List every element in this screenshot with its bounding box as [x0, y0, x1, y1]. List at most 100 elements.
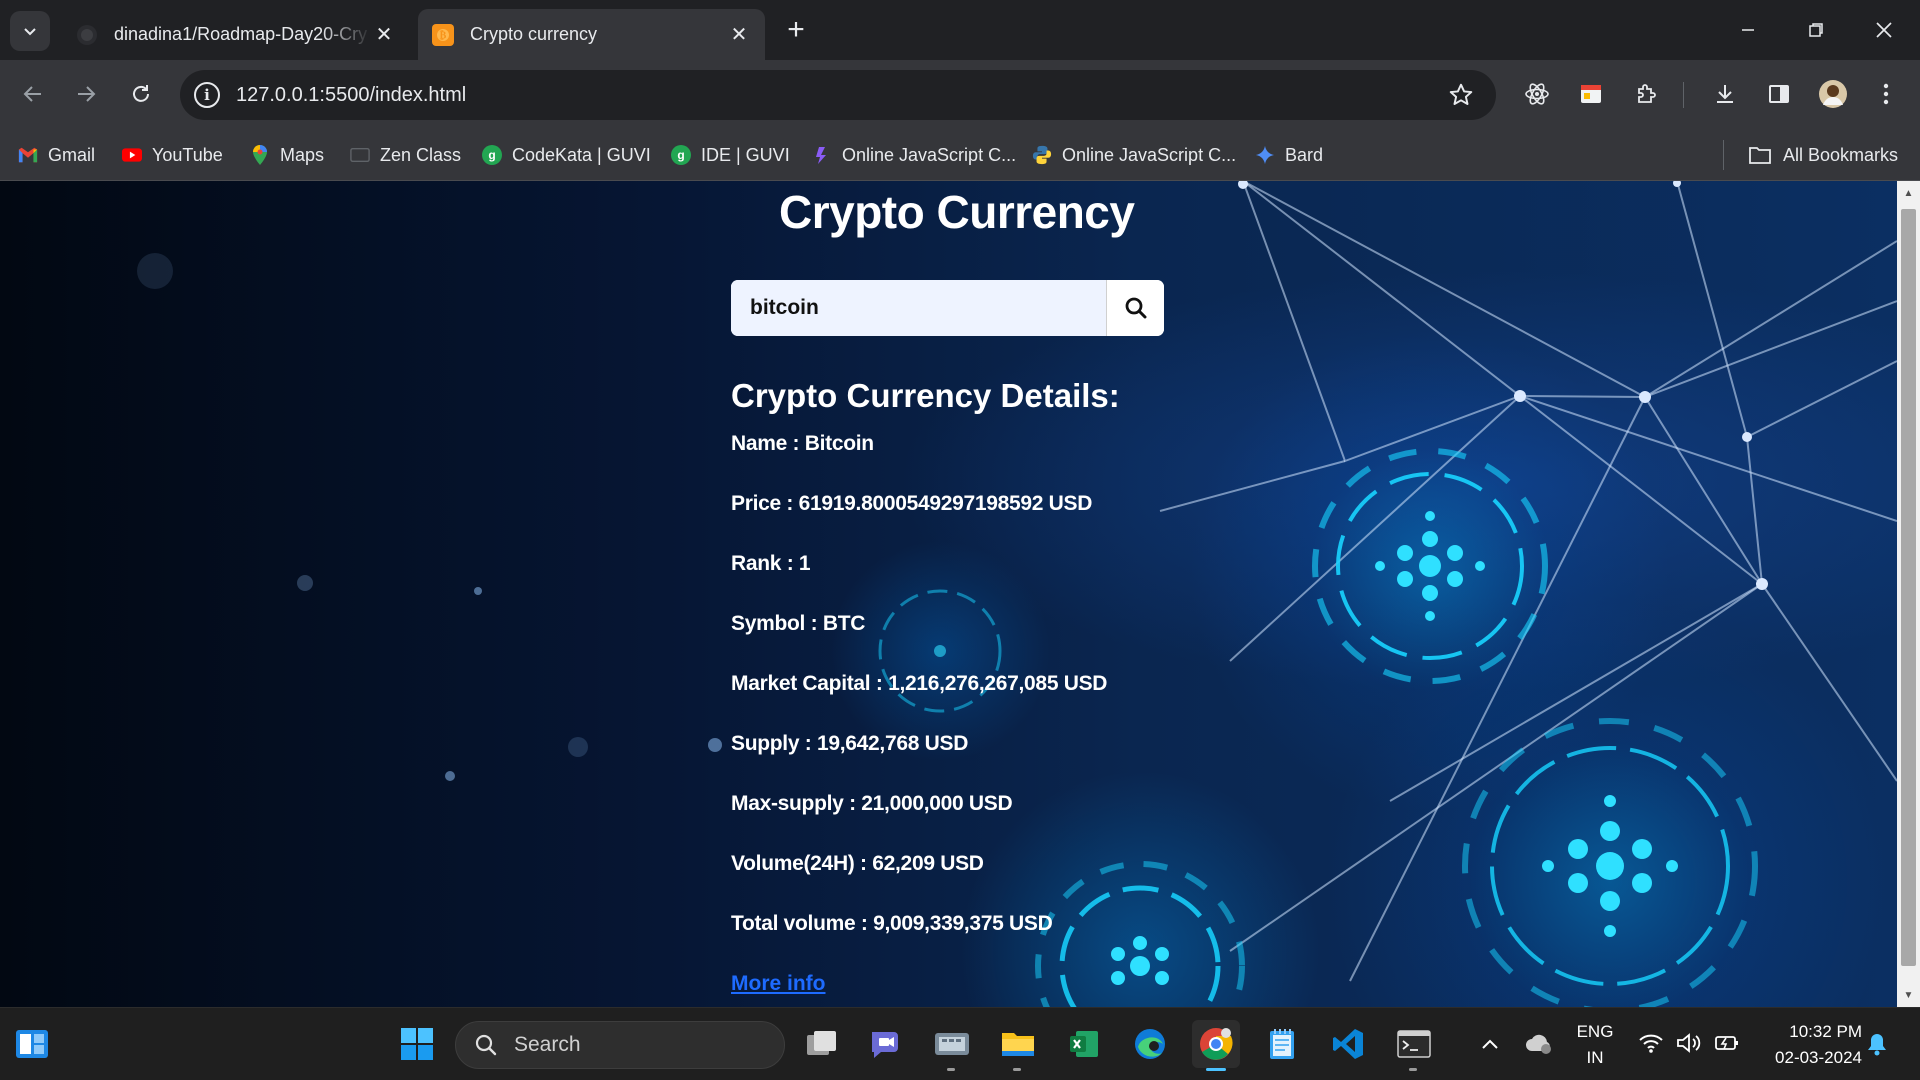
- show-hidden-icons-button[interactable]: [1466, 1020, 1514, 1068]
- task-view-icon: [807, 1031, 836, 1055]
- bookmark-maps[interactable]: Maps: [250, 141, 324, 169]
- bookmark-bard[interactable]: Bard: [1255, 141, 1323, 169]
- wifi-icon: [1639, 1034, 1663, 1053]
- react-icon: [1525, 83, 1549, 105]
- terminal-icon: [1397, 1030, 1431, 1058]
- more-info-link[interactable]: More info: [731, 972, 826, 996]
- taskbar-search[interactable]: Search: [455, 1021, 785, 1069]
- page-viewport: Crypto Currency Crypto Currency Details:…: [0, 181, 1897, 1007]
- tab-github[interactable]: dinadina1/Roadmap-Day20-Cry ✕: [62, 9, 410, 60]
- svg-text:₿: ₿: [440, 29, 447, 41]
- close-icon[interactable]: ✕: [372, 23, 396, 47]
- bookmark-online-js-compiler-2[interactable]: Online JavaScript C...: [1032, 141, 1236, 169]
- excel-button[interactable]: [1060, 1020, 1108, 1068]
- downloads-button[interactable]: [1705, 74, 1745, 114]
- scrollbar-thumb[interactable]: [1901, 209, 1916, 966]
- onedrive-button[interactable]: [1515, 1020, 1563, 1068]
- bookmark-label: Online JavaScript C...: [1062, 144, 1237, 165]
- python-icon: [1032, 145, 1052, 165]
- vscode-button[interactable]: [1324, 1020, 1372, 1068]
- chevron-up-icon: [1482, 1039, 1498, 1049]
- bookmark-label: YouTube: [152, 144, 223, 165]
- tab-crypto-currency[interactable]: ₿ Crypto currency ✕: [418, 9, 765, 60]
- bookmark-zen-class[interactable]: Zen Class: [350, 141, 461, 169]
- scroll-up-arrow-icon[interactable]: ▲: [1897, 183, 1920, 203]
- restore-icon: [1809, 23, 1823, 37]
- js-compiler-icon: [812, 145, 832, 165]
- bookmark-codekata-guvi[interactable]: g CodeKata | GUVI: [482, 141, 651, 169]
- close-window-button[interactable]: [1858, 8, 1910, 52]
- bookmark-online-js-compiler[interactable]: Online JavaScript C...: [812, 141, 1016, 169]
- chrome-button[interactable]: [1192, 1020, 1240, 1071]
- back-button[interactable]: [13, 74, 53, 114]
- close-icon: [1876, 22, 1892, 38]
- start-button[interactable]: [393, 1020, 441, 1068]
- taskbar-search-label: Search: [514, 1033, 581, 1056]
- widgets-button[interactable]: [8, 1020, 56, 1068]
- minimize-button[interactable]: [1722, 8, 1774, 52]
- menu-button[interactable]: [1866, 74, 1906, 114]
- bookmark-label: IDE | GUVI: [701, 144, 790, 165]
- file-explorer-button[interactable]: [994, 1020, 1042, 1071]
- url-text[interactable]: 127.0.0.1:5500/index.html: [236, 84, 466, 107]
- chrome-icon: [1200, 1028, 1233, 1060]
- notepad-button[interactable]: [1258, 1020, 1306, 1068]
- new-tab-button[interactable]: +: [780, 13, 812, 46]
- widgets-icon: [16, 1030, 48, 1058]
- file-manager-button[interactable]: [928, 1020, 976, 1071]
- bookmark-youtube[interactable]: YouTube: [122, 141, 223, 169]
- all-bookmarks-button[interactable]: All Bookmarks: [1747, 141, 1898, 169]
- extension-app-icon: [1581, 85, 1601, 103]
- bookmark-label: Zen Class: [380, 144, 462, 165]
- reload-button[interactable]: [121, 74, 161, 114]
- bookmark-gmail[interactable]: Gmail: [18, 141, 95, 169]
- restore-button[interactable]: [1790, 8, 1842, 52]
- bookmark-ide-guvi[interactable]: g IDE | GUVI: [671, 141, 790, 169]
- reload-icon: [133, 85, 149, 102]
- search-button[interactable]: [1106, 280, 1164, 336]
- bookmark-star-icon[interactable]: [1448, 82, 1474, 113]
- forward-button[interactable]: [66, 74, 106, 114]
- windows-taskbar: Search ENG IN 10:32 PM 02-03-2024: [0, 1007, 1920, 1080]
- notepad-icon: [1270, 1029, 1294, 1059]
- onedrive-icon: [1526, 1034, 1551, 1054]
- clock[interactable]: 10:32 PM 02-03-2024: [1752, 1022, 1862, 1068]
- gmail-icon: [18, 145, 38, 165]
- task-view-button[interactable]: [798, 1020, 846, 1068]
- close-icon[interactable]: ✕: [727, 23, 751, 47]
- extension-button[interactable]: [1571, 74, 1611, 114]
- edge-button[interactable]: [1126, 1020, 1174, 1068]
- teams-chat-button[interactable]: [862, 1020, 910, 1068]
- tab-title: Crypto currency: [470, 24, 598, 44]
- windows-icon: [401, 1028, 433, 1060]
- bitcoin-icon: ₿: [432, 23, 454, 46]
- tab-search-button[interactable]: [10, 11, 50, 51]
- more-vertical-icon: [1883, 83, 1889, 105]
- chevron-down-icon: [24, 28, 36, 36]
- address-bar[interactable]: i 127.0.0.1:5500/index.html: [180, 70, 1496, 120]
- language-indicator[interactable]: ENG IN: [1568, 1022, 1622, 1068]
- volume-icon: [1677, 1033, 1701, 1053]
- bard-icon: [1255, 145, 1275, 165]
- tab-strip: dinadina1/Roadmap-Day20-Cry ✕ ₿ Crypto c…: [0, 0, 1920, 60]
- extensions-button[interactable]: [1627, 74, 1667, 114]
- running-indicator: [947, 1068, 955, 1071]
- page-scrollbar[interactable]: ▲ ▼: [1897, 181, 1920, 1007]
- puzzle-icon: [1638, 84, 1656, 103]
- search-input[interactable]: [731, 280, 1106, 336]
- side-panel-button[interactable]: [1759, 74, 1799, 114]
- keyboard-app-icon: [935, 1033, 969, 1055]
- detail-volume-24h: Volume(24H) : 62,209 USD: [731, 852, 984, 875]
- browser-toolbar: i 127.0.0.1:5500/index.html: [0, 60, 1920, 129]
- detail-rank: Rank : 1: [731, 552, 811, 575]
- scroll-down-arrow-icon[interactable]: ▼: [1897, 985, 1920, 1005]
- profile-button[interactable]: [1813, 74, 1853, 114]
- system-status-group[interactable]: [1638, 1032, 1740, 1054]
- chat-icon: [872, 1032, 898, 1058]
- site-info-icon[interactable]: i: [194, 82, 220, 108]
- folder-icon: [1747, 145, 1773, 165]
- notifications-button[interactable]: [1854, 1020, 1900, 1068]
- react-devtools-button[interactable]: [1517, 74, 1557, 114]
- terminal-button[interactable]: [1390, 1020, 1438, 1071]
- guvi-icon: g: [482, 145, 502, 165]
